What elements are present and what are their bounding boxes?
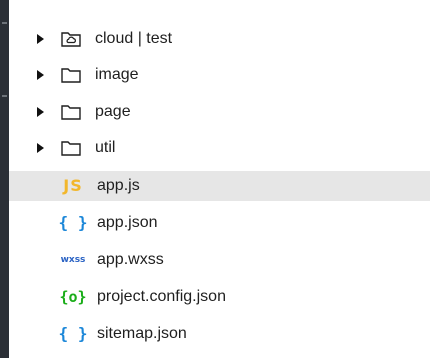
js-file-icon: JS (63, 176, 83, 195)
tree-item-image[interactable]: image (9, 60, 430, 90)
folder-icon (61, 141, 81, 156)
tree-item-cloud-test[interactable]: cloud | test (9, 24, 430, 54)
file-label: app.json (97, 214, 158, 231)
config-file-icon: {o} (59, 288, 87, 306)
chevron-right-icon[interactable] (37, 107, 44, 117)
folder-icon (61, 105, 81, 120)
file-label: project.config.json (97, 288, 226, 305)
tree-item-page[interactable]: page (9, 97, 430, 127)
folder-label: page (95, 103, 131, 120)
tree-item-app-wxss[interactable]: wxss app.wxss (9, 245, 430, 275)
tree-item-util[interactable]: util (9, 133, 430, 163)
strip-mark (2, 95, 7, 97)
strip-mark (2, 22, 7, 24)
chevron-right-icon[interactable] (37, 70, 44, 80)
activity-bar-strip (0, 0, 9, 358)
tree-item-sitemap-json[interactable]: { } sitemap.json (9, 319, 430, 349)
file-label: app.js (97, 177, 140, 194)
file-label: app.wxss (97, 251, 164, 268)
chevron-right-icon[interactable] (37, 34, 44, 44)
folder-icon (61, 68, 81, 83)
tree-item-app-json[interactable]: { } app.json (9, 208, 430, 238)
json-file-icon: { } (58, 213, 88, 232)
folder-label: image (95, 66, 139, 83)
file-explorer-tree: cloud | test image page util JS app.js {… (9, 0, 430, 358)
folder-label: cloud | test (95, 30, 173, 47)
file-label: sitemap.json (97, 325, 187, 342)
chevron-right-icon[interactable] (37, 143, 44, 153)
wxss-file-icon: wxss (60, 255, 86, 265)
folder-label: util (95, 139, 116, 156)
json-file-icon: { } (58, 324, 88, 343)
cloud-folder-icon (61, 32, 81, 47)
tree-item-app-js[interactable]: JS app.js (9, 171, 430, 201)
tree-item-project-config-json[interactable]: {o} project.config.json (9, 282, 430, 312)
